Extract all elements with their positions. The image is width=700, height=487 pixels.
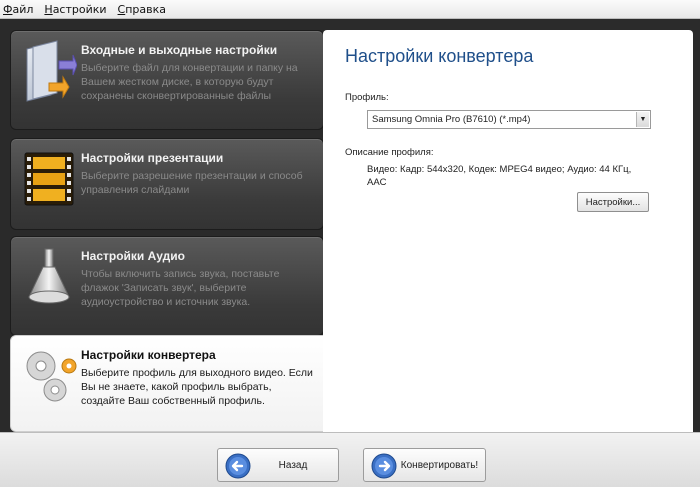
step-audio-settings[interactable]: Настройки Аудио Чтобы включить запись зв… bbox=[10, 236, 324, 336]
folder-arrows-icon bbox=[26, 40, 77, 102]
step-description: Чтобы включить запись звука, поставьте ф… bbox=[81, 268, 280, 308]
profile-description-label: Описание профиля: bbox=[345, 147, 434, 158]
back-button[interactable]: Назад bbox=[217, 448, 339, 482]
profile-select-value: Samsung Omnia Pro (B7610) (*.mp4) bbox=[372, 114, 531, 125]
menu-bar: Файл Настройки Справка bbox=[0, 0, 700, 19]
step-converter-settings[interactable]: Настройки конвертера Выберите профиль дл… bbox=[10, 335, 330, 432]
chevron-down-icon[interactable]: ▼ bbox=[636, 112, 649, 127]
bottom-bar: Назад Конвертировать! bbox=[0, 432, 700, 487]
page-title: Настройки конвертера bbox=[345, 46, 534, 66]
steps-pane: Входные и выходные настройки Выберите фа… bbox=[0, 19, 330, 432]
step-title: Настройки презентации bbox=[81, 151, 224, 165]
menu-file[interactable]: Файл bbox=[3, 3, 33, 16]
profile-select[interactable]: Samsung Omnia Pro (B7610) (*.mp4) ▼ bbox=[367, 110, 651, 129]
convert-button-label: Конвертировать! bbox=[400, 459, 479, 471]
step-title: Настройки конвертера bbox=[81, 348, 216, 362]
step-title: Настройки Аудио bbox=[81, 249, 186, 263]
step-presentation-settings[interactable]: Настройки презентации Выберите разрешени… bbox=[10, 138, 324, 230]
step-description: Выберите файл для конвертации и папку на… bbox=[81, 62, 298, 102]
menu-help[interactable]: Справка bbox=[118, 3, 166, 16]
profile-description: Видео: Кадр: 544x320, Кодек: MPEG4 видео… bbox=[367, 164, 632, 188]
step-description: Выберите профиль для выходного видео. Ес… bbox=[81, 367, 313, 407]
profile-label: Профиль: bbox=[345, 92, 389, 103]
gears-icon bbox=[26, 351, 77, 402]
step-title: Входные и выходные настройки bbox=[81, 43, 278, 57]
step-io-settings[interactable]: Входные и выходные настройки Выберите фа… bbox=[10, 30, 324, 130]
loudspeaker-icon bbox=[28, 248, 70, 304]
back-button-label: Назад bbox=[278, 459, 308, 471]
menu-settings[interactable]: Настройки bbox=[44, 3, 106, 16]
convert-button[interactable]: Конвертировать! bbox=[363, 448, 486, 482]
film-strip-icon bbox=[24, 152, 74, 206]
step-description: Выберите разрешение презентации и способ… bbox=[81, 170, 303, 196]
profile-settings-button[interactable]: Настройки... bbox=[577, 192, 649, 212]
converter-settings-panel: Настройки конвертера Профиль: Samsung Om… bbox=[323, 30, 693, 432]
